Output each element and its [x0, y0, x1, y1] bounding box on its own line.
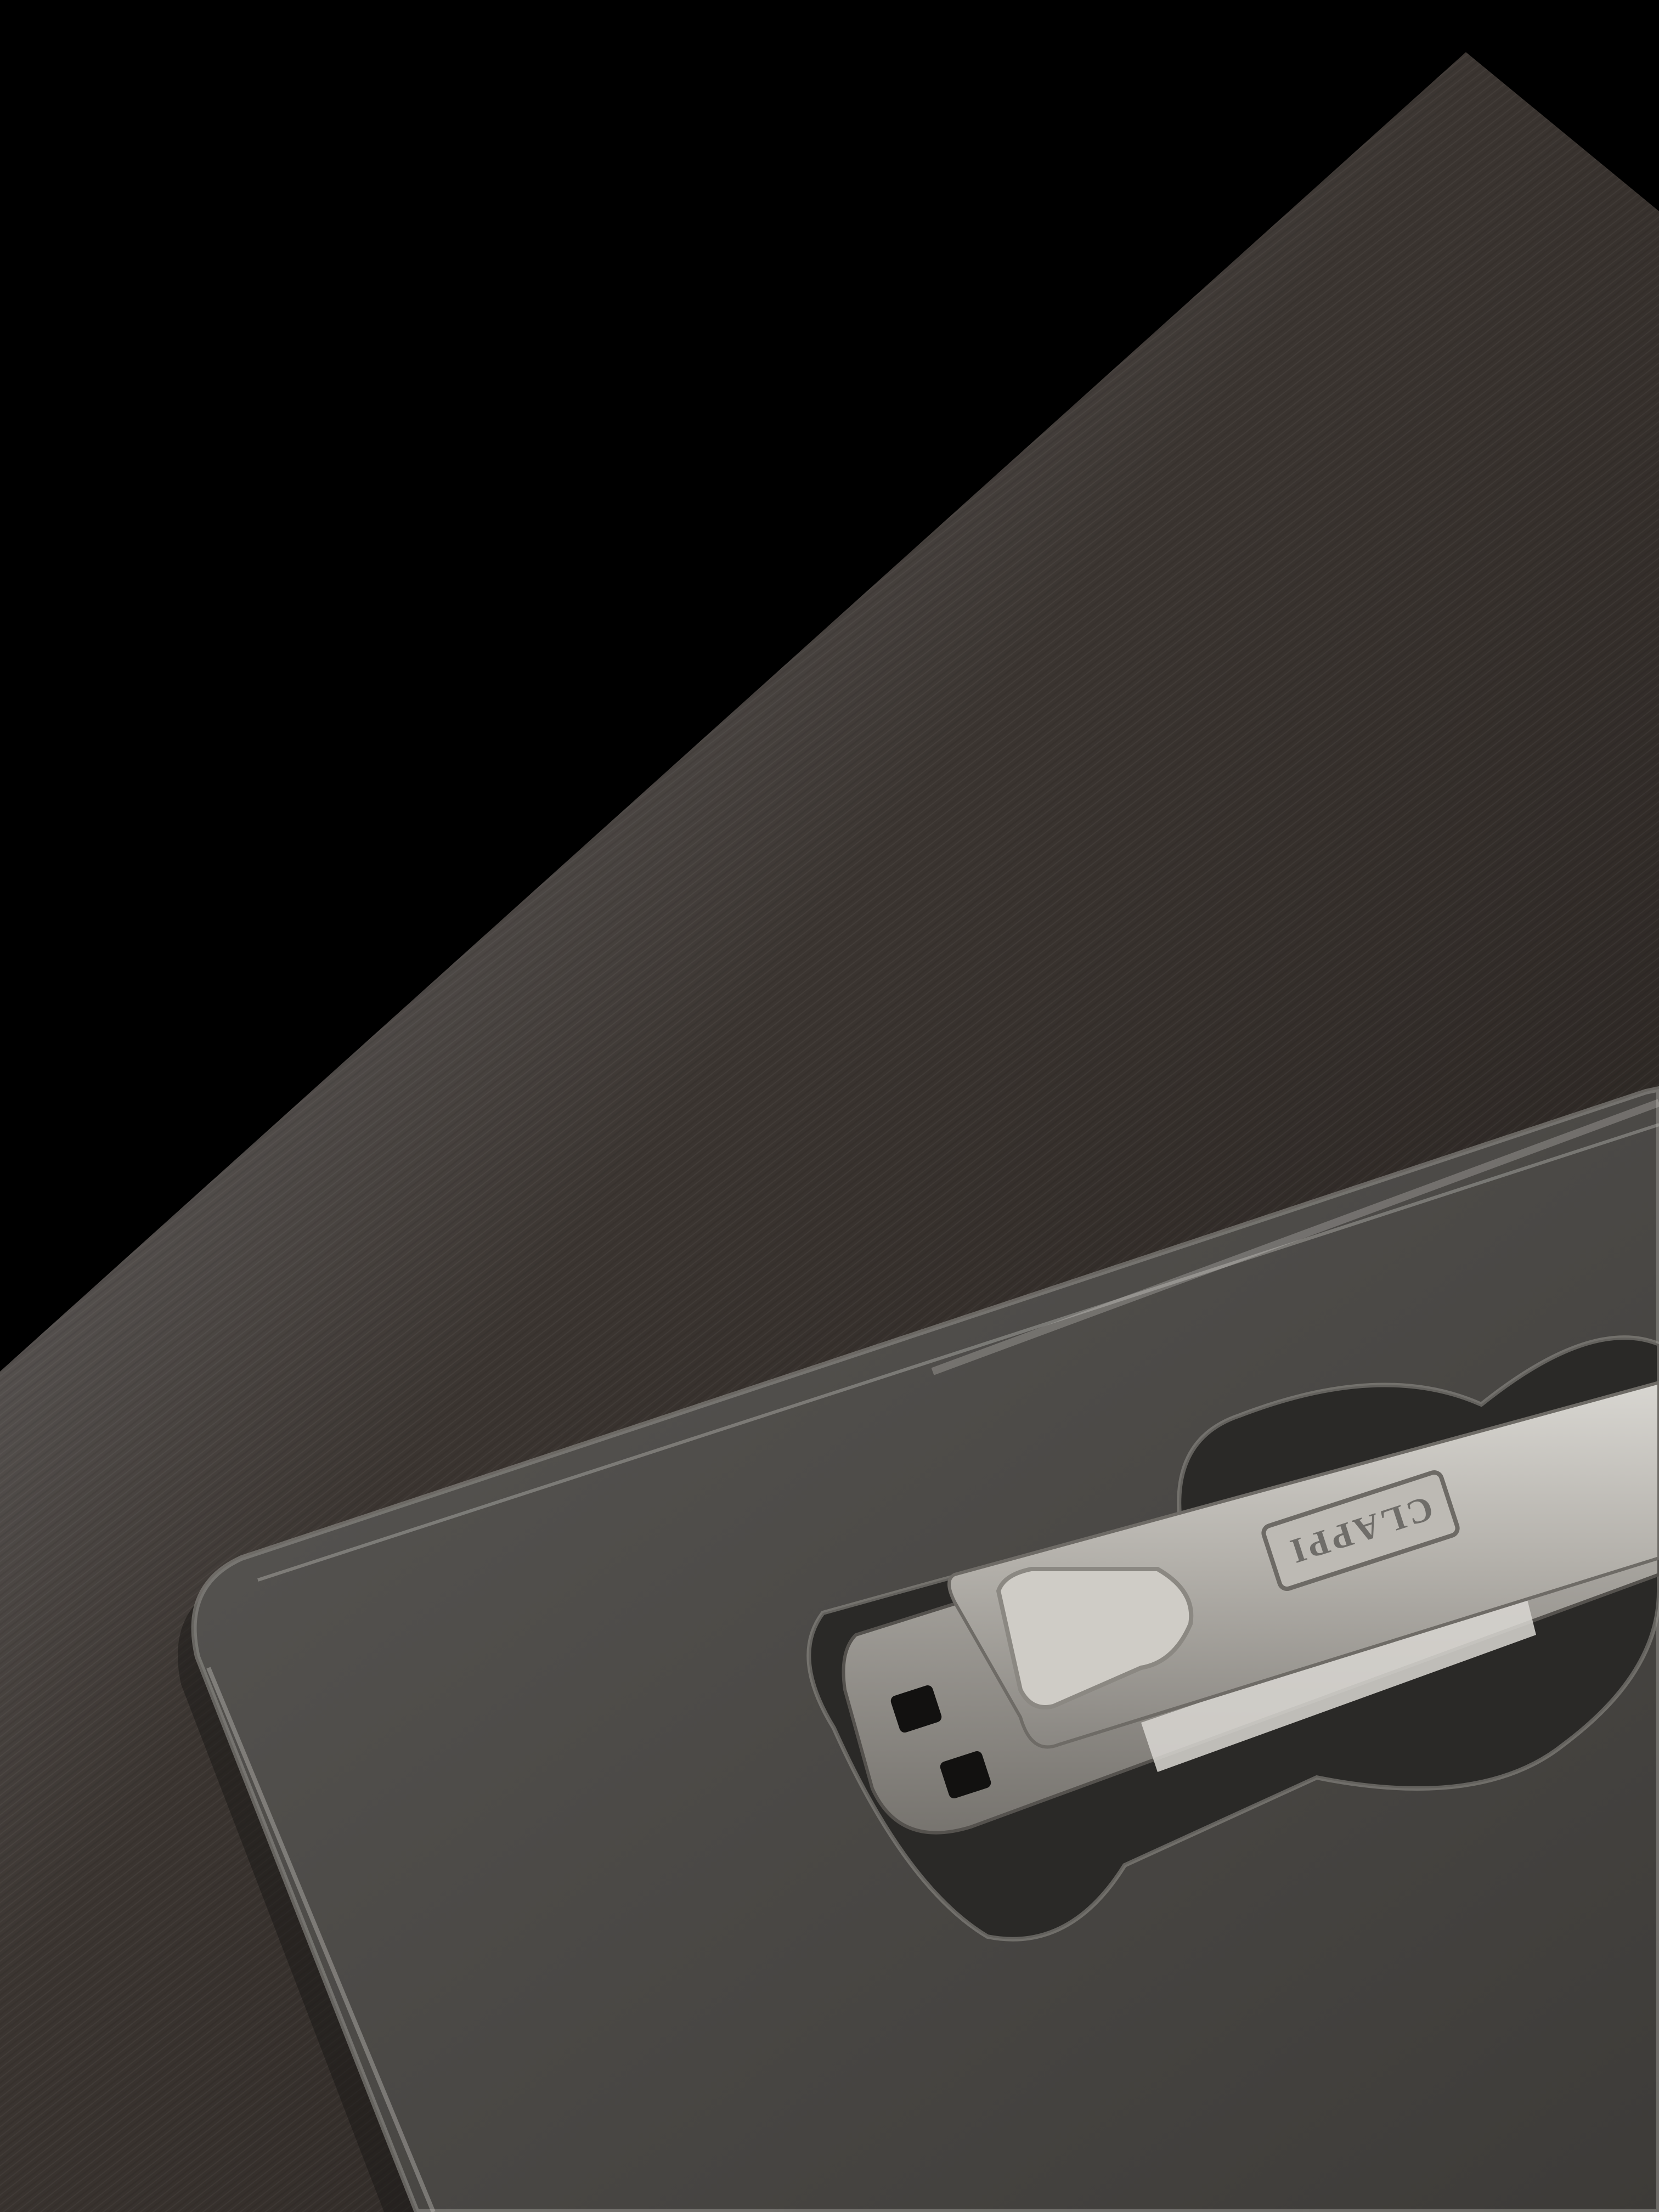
photo-scene: CLAPPI	[0, 0, 1659, 2212]
